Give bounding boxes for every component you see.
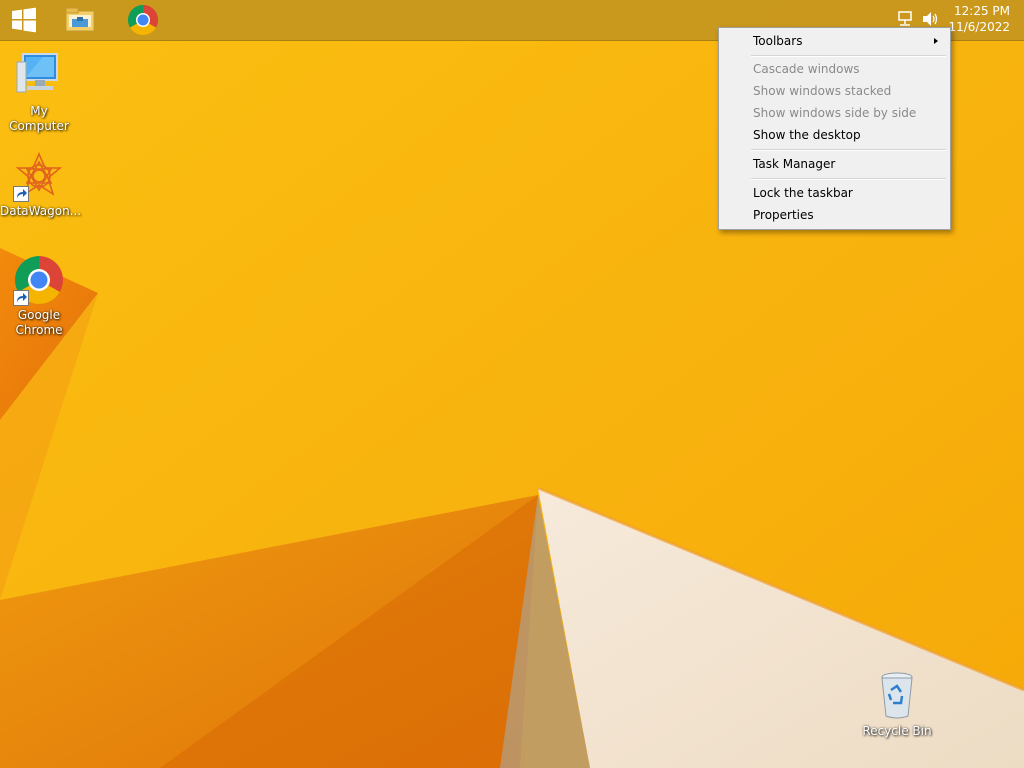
windows-start-icon — [12, 7, 36, 33]
desktop-icon-label: Google Chrome — [15, 308, 63, 337]
network-tray[interactable] — [895, 9, 915, 29]
menu-item-show-the-desktop[interactable]: Show the desktop — [721, 124, 948, 146]
start-button[interactable] — [0, 2, 48, 38]
menu-item-lock-the-taskbar[interactable]: Lock the taskbar — [721, 182, 948, 204]
menu-item-label: Show the desktop — [753, 128, 861, 142]
recycle-bin-icon — [871, 670, 923, 722]
menu-separator — [751, 55, 946, 57]
clock-time: 12:25 PM — [954, 4, 1010, 18]
desktop-icon-label: My Computer — [9, 104, 69, 133]
chrome-icon — [128, 5, 158, 35]
computer-icon — [13, 50, 65, 102]
menu-item-task-manager[interactable]: Task Manager — [721, 153, 948, 175]
taskbar-chrome[interactable] — [119, 2, 167, 38]
datawagon-icon — [13, 150, 65, 202]
shortcut-arrow-icon — [13, 290, 29, 306]
desktop-icon-label: DataWagon... — [0, 204, 82, 218]
desktop-icon-my-computer[interactable]: My Computer — [0, 50, 78, 134]
menu-separator — [751, 178, 946, 180]
menu-item-toolbars[interactable]: Toolbars — [721, 30, 948, 52]
menu-item-label: Show windows side by side — [753, 106, 917, 120]
menu-item-label: Toolbars — [753, 34, 803, 48]
taskbar-context-menu[interactable]: Toolbars Cascade windows Show windows st… — [718, 27, 951, 230]
desktop-icon-recycle-bin[interactable]: Recycle Bin — [858, 670, 936, 739]
network-icon — [898, 11, 912, 26]
volume-tray[interactable] — [920, 9, 940, 29]
desktop-icon-datawagon[interactable]: DataWagon... — [0, 150, 82, 219]
menu-item-show-windows-side-by-side[interactable]: Show windows side by side — [721, 102, 948, 124]
taskbar-file-explorer[interactable] — [56, 2, 104, 38]
menu-item-show-windows-stacked[interactable]: Show windows stacked — [721, 80, 948, 102]
volume-icon — [923, 12, 938, 26]
submenu-arrow-icon — [934, 38, 938, 44]
desktop-icon-google-chrome[interactable]: Google Chrome — [0, 254, 78, 338]
menu-separator — [751, 149, 946, 151]
chrome-icon — [13, 254, 65, 306]
menu-item-label: Cascade windows — [753, 62, 860, 76]
menu-item-label: Properties — [753, 208, 814, 222]
menu-item-label: Task Manager — [753, 157, 836, 171]
menu-item-label: Lock the taskbar — [753, 186, 853, 200]
menu-item-cascade-windows[interactable]: Cascade windows — [721, 58, 948, 80]
shortcut-arrow-icon — [13, 186, 29, 202]
file-explorer-icon — [65, 7, 95, 32]
desktop-icon-label: Recycle Bin — [862, 724, 932, 738]
menu-item-properties[interactable]: Properties — [721, 204, 948, 226]
menu-item-label: Show windows stacked — [753, 84, 892, 98]
desktop[interactable]: 12:25 PM 11/6/2022 My Computer DataWagon… — [0, 0, 1024, 768]
